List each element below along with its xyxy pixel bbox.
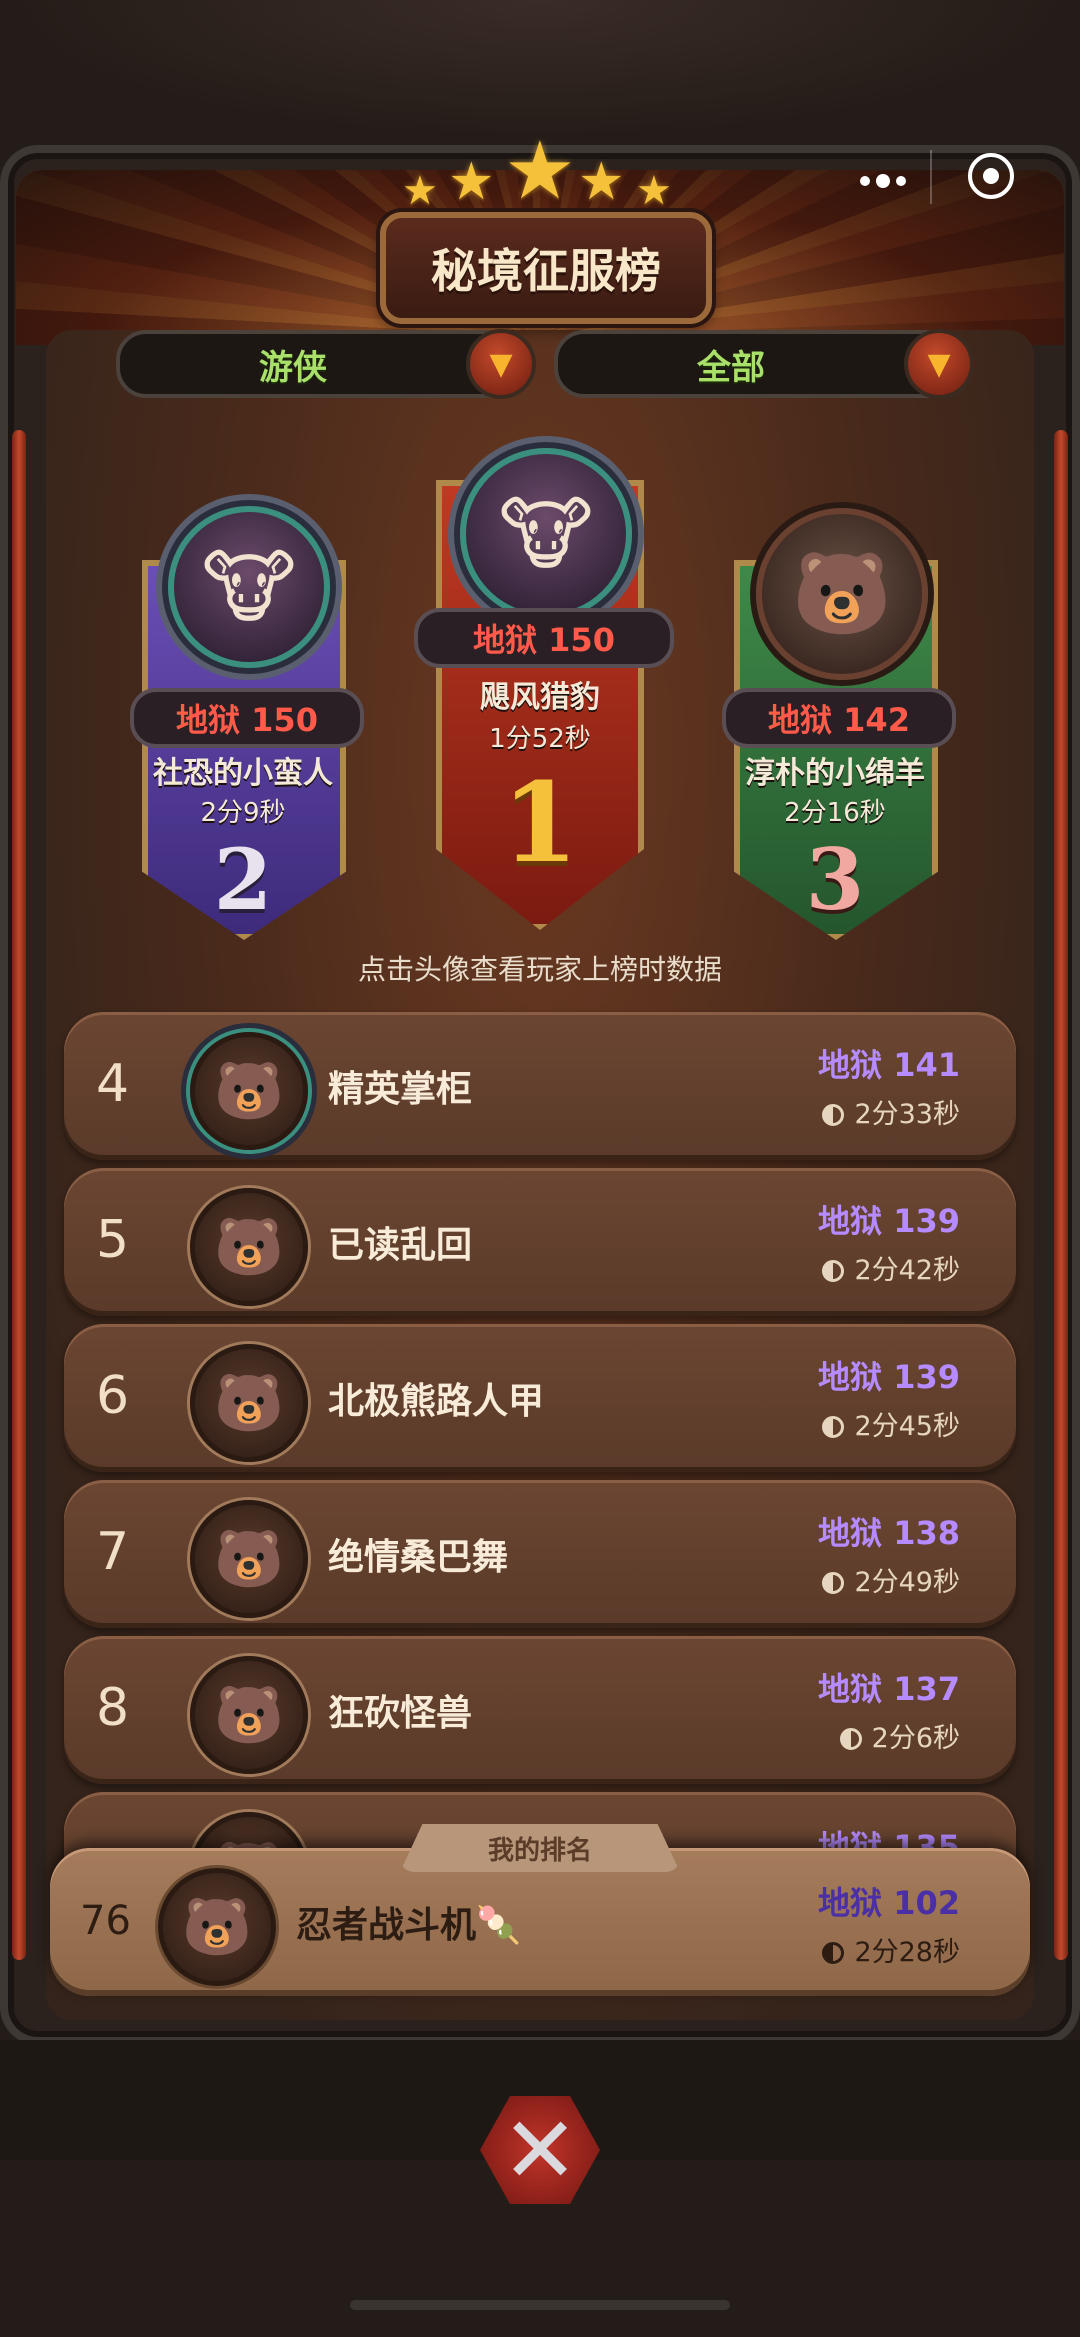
scope-filter-dropdown[interactable]: 全部 ▼ bbox=[554, 329, 974, 399]
podium-player-name: 飓风猎豹 bbox=[480, 680, 600, 715]
avatar[interactable]: 🐻 bbox=[190, 1188, 308, 1306]
close-button[interactable]: ✕ bbox=[470, 2080, 610, 2220]
podium-difficulty: 地狱 142 bbox=[722, 688, 956, 748]
podium-difficulty: 地狱 150 bbox=[130, 688, 364, 748]
timer-icon bbox=[822, 1104, 845, 1126]
right-rail bbox=[1054, 430, 1068, 1960]
close-x-icon: ✕ bbox=[480, 2096, 600, 2204]
row-rank: 5 bbox=[96, 1210, 130, 1270]
my-time-value: 2分28秒 bbox=[854, 1937, 960, 1968]
timer-icon bbox=[839, 1728, 862, 1750]
capsule-divider bbox=[930, 150, 932, 204]
table-row[interactable]: 4 🐻 精英掌柜 地狱 141 2分33秒 bbox=[64, 1012, 1016, 1160]
row-player-name: 狂砍怪兽 bbox=[328, 1693, 473, 1734]
more-dots-icon-center bbox=[876, 174, 890, 188]
home-indicator[interactable] bbox=[350, 2300, 730, 2310]
row-score: 地狱 137 bbox=[818, 1670, 960, 1708]
chevron-down-icon: ▼ bbox=[904, 329, 974, 399]
table-row[interactable]: 8 🐻 狂砍怪兽 地狱 137 2分6秒 bbox=[64, 1636, 1016, 1784]
avatar[interactable]: 🐻 bbox=[190, 1032, 308, 1150]
podium-player-name: 社恐的小蛮人 bbox=[153, 756, 333, 791]
row-time: 2分33秒 bbox=[822, 1092, 960, 1131]
title-text: 秘境征服榜 bbox=[431, 244, 661, 298]
star-icon: ★ bbox=[448, 152, 495, 212]
row-time-value: 2分6秒 bbox=[871, 1723, 960, 1754]
avatar[interactable]: 🐮 bbox=[168, 506, 330, 668]
podium-time: 1分52秒 bbox=[489, 724, 591, 754]
more-button[interactable] bbox=[823, 158, 943, 204]
my-score: 地狱 102 bbox=[818, 1884, 960, 1922]
star-icon: ★ bbox=[504, 124, 576, 217]
row-score: 地狱 141 bbox=[818, 1046, 960, 1084]
avatar[interactable]: 🐮 bbox=[460, 448, 632, 620]
row-player-name: 北极熊路人甲 bbox=[328, 1381, 545, 1422]
table-row[interactable]: 6 🐻 北极熊路人甲 地狱 139 2分45秒 bbox=[64, 1324, 1016, 1472]
timer-icon bbox=[822, 1260, 845, 1282]
row-time: 2分49秒 bbox=[822, 1560, 960, 1599]
row-score: 地狱 139 bbox=[818, 1202, 960, 1240]
podium-time: 2分9秒 bbox=[200, 798, 286, 828]
row-rank: 4 bbox=[96, 1054, 130, 1114]
podium-player-name: 淳朴的小绵羊 bbox=[745, 756, 925, 791]
avatar[interactable]: 🐻 bbox=[158, 1868, 276, 1986]
table-row[interactable]: 7 🐻 绝情桑巴舞 地狱 138 2分49秒 bbox=[64, 1480, 1016, 1628]
avatar[interactable]: 🐻 bbox=[190, 1500, 308, 1618]
table-row[interactable]: 5 🐻 已读乱回 地狱 139 2分42秒 bbox=[64, 1168, 1016, 1316]
podium-time: 2分16秒 bbox=[784, 798, 886, 828]
class-filter-label: 游侠 bbox=[259, 347, 327, 388]
star-icon: ★ bbox=[578, 152, 625, 212]
row-time: 2分42秒 bbox=[822, 1248, 960, 1287]
star-icon: ★ bbox=[402, 168, 438, 214]
row-time-value: 2分42秒 bbox=[854, 1255, 960, 1286]
row-time-value: 2分45秒 bbox=[854, 1411, 960, 1442]
page-title: 秘境征服榜 bbox=[380, 212, 712, 324]
my-rank-tab: 我的排名 bbox=[400, 1824, 680, 1872]
timer-icon bbox=[822, 1942, 845, 1964]
avatar[interactable]: 🐻 bbox=[756, 508, 928, 680]
my-player-name: 忍者战斗机🍡 bbox=[296, 1905, 521, 1946]
row-player-name: 已读乱回 bbox=[328, 1225, 473, 1266]
more-dots-icon-right bbox=[896, 176, 906, 186]
row-score: 地狱 138 bbox=[818, 1514, 960, 1552]
podium-rank-number: 3 bbox=[805, 830, 865, 929]
podium-rank-number: 2 bbox=[213, 830, 273, 929]
row-time: 2分45秒 bbox=[822, 1404, 960, 1443]
row-rank: 6 bbox=[96, 1366, 130, 1426]
timer-icon bbox=[822, 1572, 845, 1594]
hint-text: 点击头像查看玩家上榜时数据 bbox=[357, 953, 722, 986]
timer-icon bbox=[822, 1416, 845, 1438]
my-rank-number: 76 bbox=[80, 1898, 131, 1944]
avatar[interactable]: 🐻 bbox=[190, 1344, 308, 1462]
top-background bbox=[0, 0, 1080, 140]
left-rail bbox=[12, 430, 26, 1960]
more-dots-icon bbox=[860, 176, 870, 186]
row-player-name: 精英掌柜 bbox=[328, 1069, 473, 1110]
row-time: 2分6秒 bbox=[839, 1716, 960, 1755]
row-time-value: 2分33秒 bbox=[854, 1099, 960, 1130]
my-time: 2分28秒 bbox=[822, 1930, 960, 1969]
scope-filter-label: 全部 bbox=[697, 347, 765, 388]
target-icon[interactable] bbox=[968, 153, 1014, 199]
row-time-value: 2分49秒 bbox=[854, 1567, 960, 1598]
row-score: 地狱 139 bbox=[818, 1358, 960, 1396]
row-rank: 7 bbox=[96, 1522, 130, 1582]
chevron-down-icon: ▼ bbox=[466, 329, 536, 399]
podium-difficulty: 地狱 150 bbox=[414, 608, 674, 668]
class-filter-dropdown[interactable]: 游侠 ▼ bbox=[116, 329, 536, 399]
podium-rank-number: 1 bbox=[501, 758, 579, 887]
row-rank: 8 bbox=[96, 1678, 130, 1738]
row-player-name: 绝情桑巴舞 bbox=[328, 1537, 509, 1578]
star-icon: ★ bbox=[636, 168, 672, 214]
avatar[interactable]: 🐻 bbox=[190, 1656, 308, 1774]
